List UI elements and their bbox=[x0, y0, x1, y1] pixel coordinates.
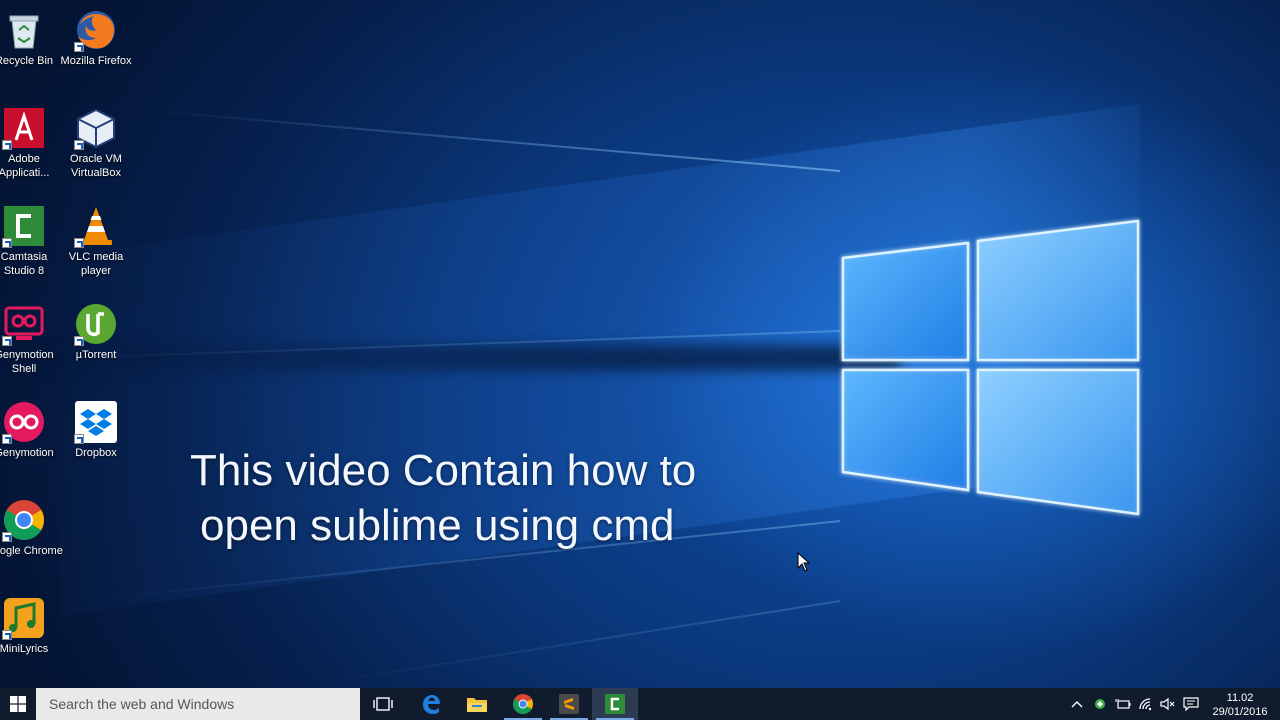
taskbar-clock[interactable]: 11.02 29/01/2016 bbox=[1210, 691, 1270, 719]
desktop-icon-label: Dropbox bbox=[75, 447, 117, 459]
desktop-icon-label: Oracle VM VirtualBox bbox=[70, 153, 122, 179]
clock-time: 11.02 bbox=[1226, 692, 1254, 704]
desktop-icon-genymotion[interactable]: Genymotion bbox=[0, 396, 64, 486]
windows-start-icon bbox=[10, 696, 26, 712]
camtasia-icon bbox=[605, 694, 625, 714]
shortcut-arrow-icon bbox=[74, 434, 84, 444]
desktop-icon-camtasia[interactable]: Camtasia Studio 8 bbox=[0, 200, 64, 290]
desktop-icon-google-chrome[interactable]: Google Chrome bbox=[0, 494, 64, 584]
desktop-icon-adobe[interactable]: Adobe Applicati... bbox=[0, 102, 64, 192]
dropbox-icon bbox=[74, 400, 118, 444]
wallpaper-beam bbox=[306, 600, 841, 687]
start-button[interactable] bbox=[0, 688, 36, 720]
shortcut-arrow-icon bbox=[2, 140, 12, 150]
shortcut-arrow-icon bbox=[2, 630, 12, 640]
clock-date: 29/01/2016 bbox=[1212, 706, 1268, 718]
tray-app-icon bbox=[1095, 699, 1105, 709]
virtualbox-icon bbox=[74, 106, 118, 150]
edge-icon bbox=[423, 695, 440, 714]
network-button[interactable] bbox=[1135, 688, 1157, 720]
taskbar-app-camtasia[interactable] bbox=[592, 688, 638, 720]
desktop-icon-oracle-vm-virtualbox[interactable]: Oracle VM VirtualBox bbox=[56, 102, 136, 192]
taskbar-app-edge[interactable] bbox=[408, 688, 454, 720]
shortcut-arrow-icon bbox=[74, 336, 84, 346]
shortcut-arrow-icon bbox=[2, 434, 12, 444]
desktop-icon-label: Google Chrome bbox=[0, 545, 63, 557]
camtasia-icon bbox=[2, 204, 46, 248]
desktop[interactable]: Recycle Bin Adobe Applicati... Camtasia … bbox=[0, 0, 1280, 720]
search-input[interactable] bbox=[47, 695, 351, 713]
shortcut-arrow-icon bbox=[74, 238, 84, 248]
utorrent-icon bbox=[74, 302, 118, 346]
shortcut-arrow-icon bbox=[2, 238, 12, 248]
mouse-cursor-icon bbox=[797, 552, 811, 572]
wallpaper-beam bbox=[142, 108, 841, 172]
desktop-icon-label: VLC media player bbox=[68, 251, 124, 277]
taskbar-app-chrome[interactable] bbox=[500, 688, 546, 720]
show-hidden-icons-button[interactable] bbox=[1066, 688, 1088, 720]
firefox-icon bbox=[74, 8, 118, 52]
desktop-icon-mozilla-firefox[interactable]: Mozilla Firefox bbox=[56, 4, 136, 94]
desktop-icon-label: Adobe Applicati... bbox=[0, 153, 50, 179]
minilyrics-icon bbox=[2, 596, 46, 640]
caption-line: This video Contain how to bbox=[190, 446, 697, 495]
volume-button[interactable] bbox=[1157, 688, 1179, 720]
tray-app-button[interactable] bbox=[1089, 688, 1111, 720]
taskbar: 11.02 29/01/2016 bbox=[0, 688, 1280, 720]
video-caption: This video Contain how to open sublime u… bbox=[190, 443, 696, 553]
chrome-icon bbox=[2, 498, 46, 542]
desktop-icon-dropbox[interactable]: Dropbox bbox=[56, 396, 136, 486]
caption-line: open sublime using cmd bbox=[200, 501, 675, 550]
adobe-icon bbox=[2, 106, 46, 150]
wifi-icon bbox=[1139, 698, 1152, 711]
desktop-icon-label: Genymotion Shell bbox=[0, 349, 54, 375]
desktop-icon-label: MiniLyrics bbox=[0, 643, 49, 655]
desktop-icon-minilyrics[interactable]: MiniLyrics bbox=[0, 592, 64, 682]
battery-button[interactable] bbox=[1112, 688, 1134, 720]
vlc-icon bbox=[74, 204, 118, 248]
action-center-button[interactable] bbox=[1180, 688, 1202, 720]
windows-logo-wallpaper bbox=[841, 219, 1140, 516]
desktop-icon-label: Recycle Bin bbox=[0, 55, 54, 67]
shortcut-arrow-icon bbox=[74, 42, 84, 52]
task-view-button[interactable] bbox=[360, 688, 406, 720]
desktop-icon-recycle-bin[interactable]: Recycle Bin bbox=[0, 4, 64, 94]
desktop-icon-label: Camtasia Studio 8 bbox=[0, 251, 48, 277]
desktop-icon-utorrent[interactable]: µTorrent bbox=[56, 298, 136, 388]
volume-muted-icon bbox=[1160, 697, 1175, 711]
chevron-up-icon bbox=[1071, 701, 1083, 708]
recycle-bin-icon bbox=[2, 8, 46, 52]
shortcut-arrow-icon bbox=[2, 336, 12, 346]
genymotion-shell-icon bbox=[2, 302, 46, 346]
desktop-icon-label: Genymotion bbox=[0, 447, 54, 459]
taskbar-app-file-explorer[interactable] bbox=[454, 688, 500, 720]
desktop-icon-label: Mozilla Firefox bbox=[60, 55, 132, 67]
desktop-icon-label: µTorrent bbox=[75, 349, 117, 361]
folder-icon bbox=[467, 698, 487, 712]
shortcut-arrow-icon bbox=[2, 532, 12, 542]
chrome-icon bbox=[513, 694, 533, 714]
sublime-icon bbox=[559, 694, 579, 714]
desktop-icon-vlc-media-player[interactable]: VLC media player bbox=[56, 200, 136, 290]
shortcut-arrow-icon bbox=[74, 140, 84, 150]
taskbar-app-sublime-text[interactable] bbox=[546, 688, 592, 720]
task-view-icon bbox=[373, 697, 393, 711]
notification-icon bbox=[1183, 697, 1199, 711]
taskbar-search-box[interactable] bbox=[36, 688, 360, 720]
battery-plug-icon bbox=[1115, 699, 1131, 709]
desktop-icon-genymotion-shell[interactable]: Genymotion Shell bbox=[0, 298, 64, 388]
genymotion-icon bbox=[2, 400, 46, 444]
